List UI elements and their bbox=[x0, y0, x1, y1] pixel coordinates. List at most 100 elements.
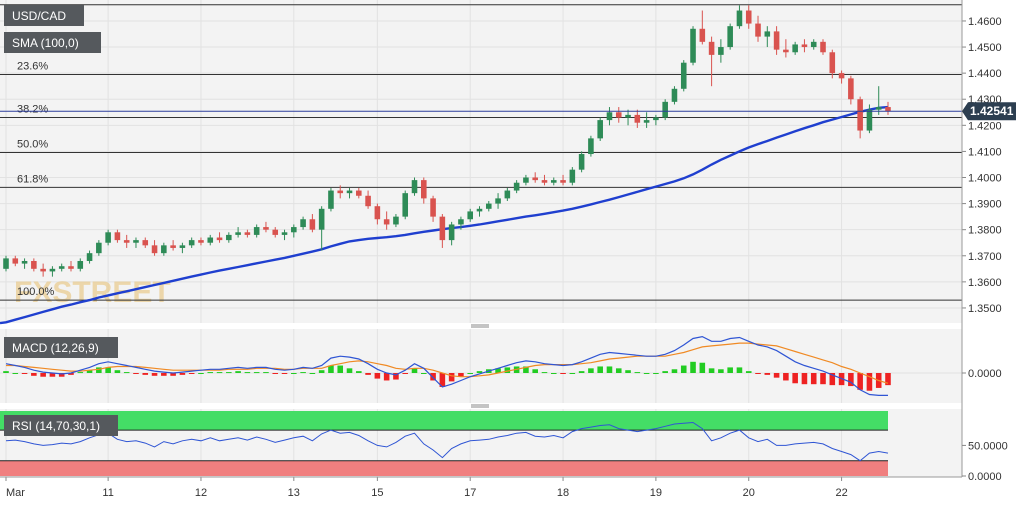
main-y-tick-label: 1.4000 bbox=[968, 173, 1002, 185]
x-tick-label: 20 bbox=[743, 487, 755, 499]
candle-body bbox=[328, 190, 334, 209]
candle-body bbox=[3, 258, 9, 269]
candle-body bbox=[68, 266, 74, 269]
candle-body bbox=[216, 237, 223, 241]
candle-body bbox=[708, 41, 715, 55]
candle-body bbox=[838, 73, 845, 79]
macd-histogram-bar bbox=[244, 372, 251, 374]
macd-histogram-bar bbox=[356, 371, 362, 373]
candle-body bbox=[523, 177, 529, 183]
price-tag-value: 1.42541 bbox=[970, 104, 1014, 118]
candle-body bbox=[133, 240, 139, 243]
price-tag: 1.42541 bbox=[962, 102, 1016, 121]
main-y-axis: 1.3500 1.3600 1.3700 1.3800 1.3900 1.4000 1.41… bbox=[961, 0, 1002, 477]
macd-histogram-bar bbox=[77, 372, 84, 374]
macd-histogram-bar bbox=[680, 365, 687, 373]
macd-histogram-bar bbox=[207, 372, 214, 374]
candle-body bbox=[857, 99, 863, 131]
candle-body bbox=[244, 232, 251, 235]
main-y-tick-label: 1.3900 bbox=[968, 199, 1002, 211]
fib-level-label: 61.8% bbox=[17, 173, 48, 185]
candle-body bbox=[699, 28, 706, 42]
candle-body bbox=[773, 31, 780, 50]
candle-body bbox=[337, 190, 344, 194]
candle-body bbox=[597, 120, 603, 139]
macd-histogram-bar bbox=[764, 373, 771, 375]
candle-body bbox=[671, 88, 678, 102]
sma-indicator-label[interactable]: SMA (100,0) bbox=[4, 32, 101, 53]
candle-body bbox=[402, 193, 409, 217]
candle-body bbox=[114, 232, 121, 241]
candle-body bbox=[346, 190, 353, 194]
macd-histogram-bar bbox=[142, 373, 149, 375]
candle-body bbox=[188, 240, 195, 246]
candle-body bbox=[96, 242, 102, 254]
x-tick-label: 13 bbox=[288, 487, 300, 499]
macd-histogram-bar bbox=[578, 371, 585, 373]
macd-histogram-bar bbox=[801, 373, 808, 385]
macd-histogram-bar bbox=[792, 373, 798, 384]
macd-histogram-bar bbox=[383, 373, 390, 381]
macd-histogram-bar bbox=[569, 373, 576, 374]
candle-body bbox=[885, 107, 891, 112]
rsi-resize-handle[interactable] bbox=[0, 403, 962, 409]
macd-histogram-bar bbox=[820, 373, 826, 385]
macd-histogram-bar bbox=[123, 372, 130, 374]
candle-body bbox=[485, 203, 492, 209]
candle-body bbox=[801, 44, 808, 48]
macd-histogram-bar bbox=[448, 373, 455, 382]
x-tick-label: 19 bbox=[650, 487, 662, 499]
candle-body bbox=[532, 177, 538, 181]
candle-body bbox=[235, 232, 241, 235]
macd-histogram-bar bbox=[671, 369, 678, 373]
main-y-tick-label: 1.3500 bbox=[968, 303, 1002, 315]
macd-histogram-bar bbox=[31, 373, 37, 376]
candle-body bbox=[569, 169, 576, 183]
x-tick-label: 12 bbox=[195, 487, 207, 499]
x-tick-label: 22 bbox=[835, 487, 847, 499]
candle-body bbox=[263, 227, 269, 230]
macd-histogram-bar bbox=[615, 368, 622, 373]
main-y-tick-label: 1.4100 bbox=[968, 146, 1002, 158]
candle-body bbox=[448, 224, 455, 241]
candle-body bbox=[615, 112, 622, 118]
candle-body bbox=[588, 138, 594, 155]
macd-indicator-label-text: MACD (12,26,9) bbox=[12, 341, 99, 355]
macd-resize-handle[interactable] bbox=[0, 323, 962, 329]
macd-histogram-bar bbox=[810, 373, 817, 385]
rsi-y-axis: 50.0000 0.0000 bbox=[962, 440, 1008, 483]
macd-histogram-bar bbox=[253, 372, 260, 374]
candle-body bbox=[736, 10, 743, 27]
rsi-indicator-label[interactable]: RSI (14,70,30,1) bbox=[4, 415, 118, 436]
symbol-label[interactable]: USD/CAD bbox=[4, 5, 84, 26]
macd-histogram-bar bbox=[374, 373, 381, 379]
macd-histogram-bar bbox=[161, 373, 167, 376]
macd-histogram-bar bbox=[3, 371, 9, 373]
main-y-tick-label: 1.4400 bbox=[968, 68, 1002, 80]
macd-histogram-bar bbox=[188, 373, 195, 374]
x-tick-label: 11 bbox=[102, 487, 113, 499]
candle-body bbox=[875, 107, 882, 110]
macd-histogram-bar bbox=[337, 365, 344, 373]
macd-histogram-bar bbox=[402, 373, 409, 374]
candle-body bbox=[291, 227, 297, 233]
main-y-tick-label: 1.3600 bbox=[968, 277, 1002, 289]
candle-body bbox=[625, 114, 631, 118]
candle-body bbox=[792, 44, 798, 53]
usdcad-chart: FXSTREET 0.0%23.6%38.2%50.0%61.8%100.0% … bbox=[0, 0, 1016, 499]
rsi-oversold-zone bbox=[0, 460, 888, 476]
macd-histogram-bar bbox=[21, 373, 28, 374]
candle-body bbox=[513, 182, 520, 191]
macd-histogram-bar bbox=[300, 372, 306, 374]
fib-level-label: 50.0% bbox=[17, 138, 48, 150]
candle-body bbox=[77, 260, 84, 269]
main-panel-bg bbox=[0, 0, 962, 323]
macd-histogram-bar bbox=[745, 371, 752, 373]
macd-indicator-label[interactable]: MACD (12,26,9) bbox=[4, 337, 118, 358]
main-y-tick-label: 1.3800 bbox=[968, 225, 1002, 237]
candle-body bbox=[123, 240, 130, 243]
macd-histogram-bar bbox=[151, 373, 158, 376]
macd-histogram-bar bbox=[597, 366, 603, 373]
fib-level-label: 0.0% bbox=[17, 0, 42, 3]
macd-histogram-bar bbox=[736, 367, 743, 373]
